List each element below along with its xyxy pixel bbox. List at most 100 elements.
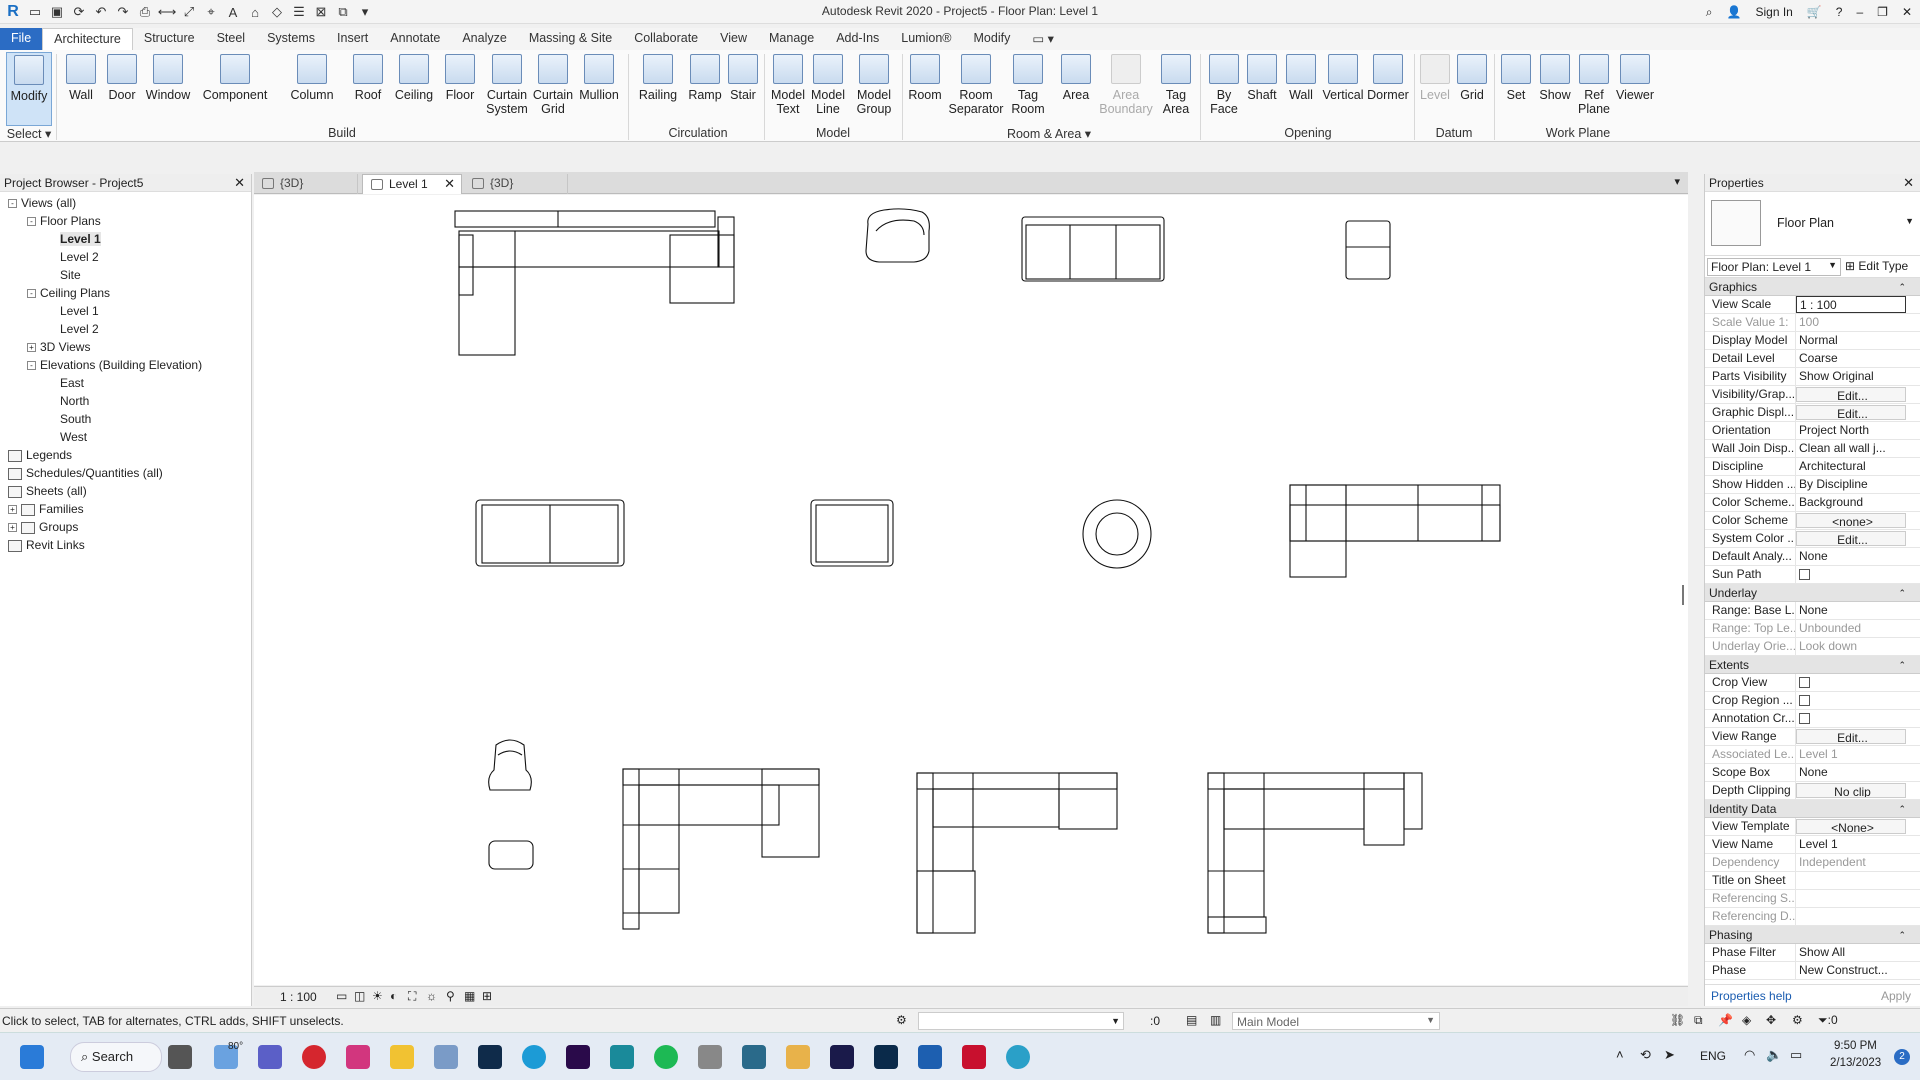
tree-item[interactable]: East: [0, 374, 251, 392]
property-group-header[interactable]: Graphics ⌃: [1705, 278, 1920, 296]
app-icon[interactable]: [610, 1045, 634, 1069]
ottoman[interactable]: [488, 840, 534, 870]
taskbar-search-button[interactable]: ⌕ Search: [70, 1042, 162, 1072]
spotify-icon[interactable]: [654, 1045, 678, 1069]
show-button[interactable]: Show: [1536, 52, 1574, 126]
drag-elements-icon[interactable]: ✥: [1766, 1013, 1776, 1027]
mullion-button[interactable]: Mullion: [576, 52, 622, 126]
clock-time[interactable]: 9:50 PM: [1834, 1040, 1877, 1052]
stair-button[interactable]: Stair: [726, 52, 760, 126]
visual-style-icon[interactable]: ◫: [354, 989, 365, 1003]
cart-icon[interactable]: 🛒: [1807, 5, 1822, 19]
design-options-icon[interactable]: ▤: [1186, 1013, 1197, 1027]
instagram-icon[interactable]: [346, 1045, 370, 1069]
ribbon-tab-file[interactable]: File: [0, 28, 43, 50]
view-tab[interactable]: {3D}: [254, 174, 358, 194]
checkbox[interactable]: [1799, 677, 1810, 688]
round-table[interactable]: [1082, 499, 1152, 569]
ribbon-tab-steel[interactable]: Steel: [206, 28, 257, 50]
by-face-button[interactable]: By Face: [1206, 52, 1242, 126]
reveal-hidden-icon[interactable]: ⚲: [446, 989, 455, 1003]
property-value[interactable]: Project North: [1796, 422, 1906, 439]
model-group-button[interactable]: Model Group: [852, 52, 896, 126]
sectional-sofa-1[interactable]: [454, 210, 735, 356]
analytical-model-icon[interactable]: ▦: [464, 989, 475, 1003]
ribbon-tab-massing-site[interactable]: Massing & Site: [518, 28, 623, 50]
design-options-icon-2[interactable]: ▥: [1210, 1013, 1221, 1027]
sectional-sofa-4[interactable]: [916, 772, 1118, 934]
checkbox[interactable]: [1799, 695, 1810, 706]
sun-path-icon[interactable]: ☀: [372, 989, 383, 1003]
expand-icon[interactable]: +: [27, 343, 36, 353]
property-group-header[interactable]: Phasing ⌃: [1705, 926, 1920, 944]
room-separator-button[interactable]: Room Separator: [946, 52, 1006, 126]
collapse-icon[interactable]: ⌃: [1898, 800, 1906, 818]
chat-icon[interactable]: [258, 1045, 282, 1069]
ribbon-tab-analyze[interactable]: Analyze: [451, 28, 517, 50]
property-value[interactable]: Clean all wall j...: [1796, 440, 1906, 457]
expand-icon[interactable]: +: [8, 523, 17, 533]
wall-button[interactable]: Wall: [64, 52, 98, 126]
restore-button[interactable]: ❐: [1877, 5, 1888, 19]
side-cabinet[interactable]: [1345, 220, 1391, 280]
property-checkbox[interactable]: [1796, 710, 1906, 727]
tree-item[interactable]: +3D Views: [0, 338, 251, 356]
tag-area-button[interactable]: Tag Area: [1158, 52, 1194, 126]
tray-send-icon[interactable]: ➤: [1664, 1047, 1675, 1063]
property-edit-button[interactable]: No clip: [1796, 783, 1906, 798]
set-button[interactable]: Set: [1500, 52, 1532, 126]
property-edit-button[interactable]: Edit...: [1796, 729, 1906, 744]
property-value[interactable]: [1796, 872, 1906, 889]
column-button[interactable]: Column: [288, 52, 336, 126]
property-group-header[interactable]: Extents ⌃: [1705, 656, 1920, 674]
volume-icon[interactable]: 🔈: [1766, 1047, 1782, 1063]
tree-item[interactable]: - Ceiling Plans: [0, 284, 251, 302]
file-explorer-icon[interactable]: [390, 1045, 414, 1069]
store-icon[interactable]: [698, 1045, 722, 1069]
checkbox[interactable]: [1799, 713, 1810, 724]
tree-item[interactable]: - Floor Plans: [0, 212, 251, 230]
ceiling-button[interactable]: Ceiling: [392, 52, 436, 126]
property-value[interactable]: Normal: [1796, 332, 1906, 349]
tree-item[interactable]: Revit Links: [0, 536, 251, 554]
property-value[interactable]: 1 : 100: [1796, 296, 1906, 313]
select-pinned-icon[interactable]: 📌: [1718, 1013, 1733, 1027]
armchair-square[interactable]: [810, 499, 894, 567]
background-process-icon[interactable]: ⚙: [1792, 1013, 1803, 1027]
ribbon-tab-insert[interactable]: Insert: [326, 28, 379, 50]
model-text-button[interactable]: Model Text: [768, 52, 808, 126]
door-button[interactable]: Door: [104, 52, 140, 126]
tree-item[interactable]: North: [0, 392, 251, 410]
sectional-sofa-3[interactable]: [622, 768, 820, 930]
sectional-sofa-2[interactable]: [1289, 484, 1501, 578]
modify-button[interactable]: Modify: [6, 52, 52, 126]
property-edit-button[interactable]: Edit...: [1796, 387, 1906, 402]
windows-start-icon[interactable]: [20, 1045, 44, 1069]
photoshop-icon[interactable]: [874, 1045, 898, 1069]
property-edit-button[interactable]: Edit...: [1796, 531, 1906, 546]
close-icon[interactable]: ✕: [234, 175, 245, 191]
select-underlay-icon[interactable]: ⧉: [1694, 1013, 1703, 1028]
ribbon-tab-annotate[interactable]: Annotate: [379, 28, 451, 50]
dining-chair[interactable]: [488, 739, 532, 791]
tree-item[interactable]: Level 1: [0, 230, 251, 248]
two-seat-sofa[interactable]: [475, 499, 625, 567]
worksharing-icon[interactable]: ⚙: [896, 1013, 907, 1027]
property-value[interactable]: None: [1796, 602, 1906, 619]
close-button[interactable]: ✕: [1902, 5, 1912, 19]
property-value[interactable]: Coarse: [1796, 350, 1906, 367]
property-edit-button[interactable]: <None>: [1796, 819, 1906, 834]
tree-item[interactable]: South: [0, 410, 251, 428]
property-value[interactable]: None: [1796, 764, 1906, 781]
collapse-icon[interactable]: ⌃: [1898, 656, 1906, 674]
media-icon[interactable]: [786, 1045, 810, 1069]
clock-date[interactable]: 2/13/2023: [1830, 1057, 1881, 1069]
floor-plan-drawing[interactable]: [254, 195, 1688, 985]
design-option-dropdown[interactable]: Main Model ▼: [1232, 1012, 1440, 1030]
crop-view-icon[interactable]: ⛶: [408, 989, 416, 1004]
filter-icon[interactable]: ⏷:0: [1818, 1013, 1838, 1028]
app-icon-2[interactable]: [742, 1045, 766, 1069]
tree-item[interactable]: + Families: [0, 500, 251, 518]
view-tab[interactable]: Level 1 ✕: [362, 174, 462, 194]
ribbon-tab-collaborate[interactable]: Collaborate: [623, 28, 709, 50]
